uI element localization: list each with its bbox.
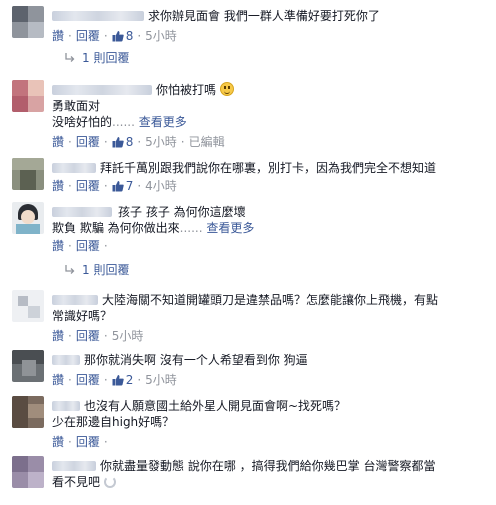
- avatar[interactable]: [12, 396, 44, 428]
- comment-text: 也沒有人願意國土給外星人開見面會啊~找死嗎？: [84, 399, 347, 413]
- see-more-link[interactable]: 查看更多: [139, 115, 187, 129]
- like-count[interactable]: 8: [126, 135, 134, 149]
- reply-button[interactable]: 回覆: [76, 135, 100, 149]
- timestamp[interactable]: 5小時: [112, 329, 144, 343]
- comment-text: 求你辦見面會 我們一群人準備好要打死你了: [148, 9, 380, 23]
- comment-text-line: 常識好嗎？: [52, 309, 113, 323]
- like-button[interactable]: 讚: [52, 329, 64, 343]
- commenter-name[interactable]: [52, 401, 80, 411]
- like-count[interactable]: 8: [126, 29, 134, 43]
- comment-text: 那你就消失啊 沒有一个人希望看到你 狗逼: [84, 353, 308, 367]
- comment-actions: 讚 · 回覆 · 8 · 5小時 · 已編輯: [52, 135, 225, 149]
- commenter-name[interactable]: [52, 11, 144, 21]
- commenter-name[interactable]: [52, 207, 112, 217]
- commenter-name[interactable]: [52, 85, 152, 95]
- comment-actions: 讚 · 回覆 · 8 · 5小時: [52, 29, 177, 43]
- reply-button[interactable]: 回覆: [76, 373, 100, 387]
- avatar[interactable]: [12, 80, 44, 112]
- comment-actions: 讚 · 回覆 ·: [52, 435, 108, 449]
- loading-spinner-icon: [103, 476, 116, 488]
- comment-text: 大陸海關不知道開罐頭刀是違禁品嗎？怎麼能讓你上飛機，有點: [102, 293, 439, 307]
- timestamp[interactable]: 5小時: [145, 373, 177, 387]
- see-more-link[interactable]: 查看更多: [206, 221, 254, 235]
- edited-label[interactable]: 已編輯: [189, 135, 225, 149]
- view-replies-link[interactable]: 1 則回覆: [64, 50, 129, 66]
- comment-actions: 讚 · 回覆 · 2 · 5小時: [52, 373, 177, 387]
- thumbs-up-icon: [112, 31, 124, 42]
- comment-text-line: 没啥好怕的...... 查看更多: [52, 115, 187, 129]
- view-replies-link[interactable]: 1 則回覆: [64, 262, 129, 278]
- avatar[interactable]: [12, 158, 44, 190]
- reply-button[interactable]: 回覆: [76, 435, 100, 449]
- reply-button[interactable]: 回覆: [76, 179, 100, 193]
- commenter-name[interactable]: [52, 461, 96, 471]
- reply-button[interactable]: 回覆: [76, 29, 100, 43]
- thumbs-up-icon: [112, 137, 124, 148]
- comment-text: 拜託千萬別跟我們說你在哪裏，別打卡，因為我們完全不想知道: [100, 161, 437, 175]
- like-button[interactable]: 讚: [52, 179, 64, 193]
- reply-button[interactable]: 回覆: [76, 239, 100, 253]
- timestamp[interactable]: 5小時: [145, 135, 177, 149]
- comment-text: 你就盡量發動態 說你在哪 ，搞得我們給你幾巴掌 台灣警察都當: [100, 459, 436, 473]
- comment-actions: 讚 · 回覆 · 5小時: [52, 329, 144, 343]
- thumbs-up-icon: [112, 375, 124, 386]
- like-button[interactable]: 讚: [52, 373, 64, 387]
- comment-text-line: 欺負 欺騙 為何你做出來...... 查看更多: [52, 221, 255, 235]
- like-button[interactable]: 讚: [52, 239, 64, 253]
- reply-arrow-icon: [65, 265, 75, 274]
- commenter-name[interactable]: [52, 295, 98, 305]
- comment-text-line: 看不見吧: [52, 474, 488, 490]
- comment-text-line: 少在那邊自high好嗎？: [52, 415, 175, 429]
- comment-text: 你怕被打嗎: [156, 82, 488, 98]
- avatar[interactable]: [12, 6, 44, 38]
- like-count[interactable]: 7: [126, 179, 134, 193]
- grinning-emoji-icon: [219, 82, 234, 96]
- comment-text: 孩子 孩子 為何你這麼壞: [118, 205, 246, 219]
- avatar[interactable]: [12, 202, 44, 234]
- thumbs-up-icon: [112, 181, 124, 192]
- timestamp[interactable]: 5小時: [145, 29, 177, 43]
- comment-actions: 讚 · 回覆 ·: [52, 239, 108, 253]
- like-button[interactable]: 讚: [52, 135, 64, 149]
- reply-arrow-icon: [65, 53, 75, 62]
- comment-text-line: 勇敢面对: [52, 99, 101, 113]
- avatar[interactable]: [12, 290, 44, 322]
- avatar[interactable]: [12, 350, 44, 382]
- commenter-name[interactable]: [52, 355, 80, 365]
- avatar[interactable]: [12, 456, 44, 488]
- like-button[interactable]: 讚: [52, 435, 64, 449]
- like-button[interactable]: 讚: [52, 29, 64, 43]
- timestamp[interactable]: 4小時: [145, 179, 177, 193]
- reply-button[interactable]: 回覆: [76, 329, 100, 343]
- comment-actions: 讚 · 回覆 · 7 · 4小時: [52, 179, 177, 193]
- commenter-name[interactable]: [52, 163, 96, 173]
- like-count[interactable]: 2: [126, 373, 134, 387]
